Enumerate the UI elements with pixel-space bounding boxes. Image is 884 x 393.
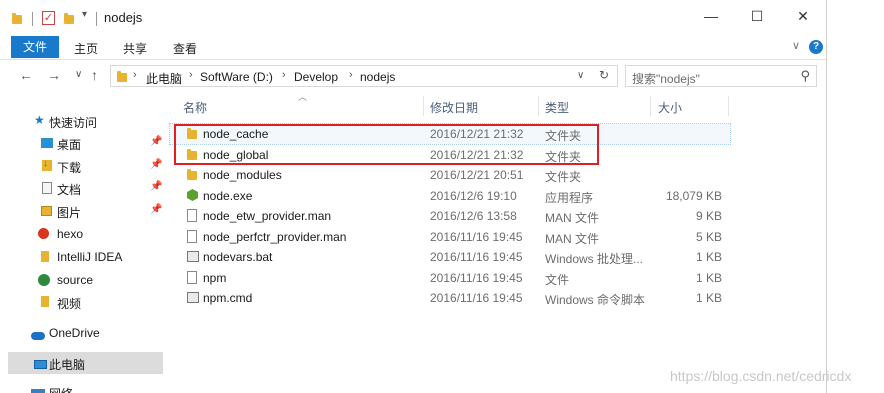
breadcrumb-nodejs[interactable]: nodejs	[360, 70, 395, 84]
nav-item-onedrive[interactable]: OneDrive	[0, 322, 163, 344]
file-row-nodevars-bat[interactable]: nodevars.bat 2016/11/16 19:45 Windows 批处…	[170, 247, 730, 267]
file-icon	[187, 271, 197, 287]
search-box[interactable]: 搜索"nodejs" ⚲	[625, 65, 817, 87]
close-button[interactable]: ✕	[788, 8, 818, 25]
file-list-header: ︿ 名称 修改日期 类型 大小	[170, 92, 730, 116]
nav-item-documents[interactable]: 文档 📌	[0, 177, 163, 199]
sort-ascending-icon: ︿	[298, 92, 308, 102]
navigation-pane: ★ 快速访问 桌面 📌 下载 📌 文档 📌 图片 📌 hexo	[0, 96, 165, 393]
column-header-size[interactable]: 大小	[658, 99, 682, 116]
download-icon	[42, 158, 52, 174]
pin-icon[interactable]: 📌	[150, 204, 162, 215]
computer-icon	[34, 358, 47, 372]
file-row-node-perfctr-provider[interactable]: node_perfctr_provider.man 2016/11/16 19:…	[170, 227, 730, 247]
onedrive-icon	[31, 329, 45, 343]
nav-item-downloads[interactable]: 下载 📌	[0, 155, 163, 177]
pictures-icon	[41, 205, 52, 219]
forward-arrow-icon[interactable]: →	[47, 67, 61, 83]
column-header-date[interactable]: 修改日期	[430, 99, 478, 116]
folder-icon	[41, 296, 49, 310]
network-icon	[31, 387, 45, 393]
folder-icon	[187, 169, 197, 183]
file-row-npm-cmd[interactable]: npm.cmd 2016/11/16 19:45 Windows 命令脚本 1 …	[170, 288, 730, 308]
document-icon	[42, 182, 52, 197]
batch-file-icon	[187, 292, 199, 306]
breadcrumb-develop[interactable]: Develop	[294, 70, 338, 84]
folder-icon	[117, 71, 127, 85]
address-row: ← → ∨ ↑ › 此电脑 › SoftWare (D:) › Develop …	[0, 63, 826, 89]
nav-item-source[interactable]: source	[0, 269, 163, 291]
node-exe-icon	[187, 189, 198, 204]
nav-item-this-pc[interactable]: 此电脑	[8, 352, 163, 374]
file-row-node-modules[interactable]: node_modules 2016/12/21 20:51 文件夹	[170, 165, 730, 185]
title-bar: ✓ ▾ nodejs — ☐ ✕	[0, 0, 826, 36]
nav-item-intellij-idea[interactable]: IntelliJ IDEA	[0, 246, 163, 268]
address-dropdown-icon[interactable]: ∨	[577, 70, 584, 81]
maximize-button[interactable]: ☐	[742, 8, 772, 25]
desktop-icon	[41, 137, 53, 151]
nav-item-desktop[interactable]: 桌面 📌	[0, 132, 163, 154]
refresh-icon[interactable]: ↻	[599, 68, 609, 82]
tab-file[interactable]: 文件	[11, 36, 59, 58]
breadcrumb-this-pc[interactable]: 此电脑	[146, 70, 182, 87]
column-header-type[interactable]: 类型	[545, 99, 569, 116]
explorer-window: ✓ ▾ nodejs — ☐ ✕ 文件 主页 共享 查看 ∨ ? ← → ∨ ↑…	[0, 0, 827, 393]
pin-icon[interactable]: 📌	[150, 181, 162, 192]
address-bar[interactable]: › 此电脑 › SoftWare (D:) › Develop › nodejs…	[110, 65, 618, 87]
help-icon[interactable]: ?	[809, 40, 823, 54]
chevron-down-icon[interactable]: ∨	[792, 39, 800, 52]
nav-item-hexo[interactable]: hexo	[0, 223, 163, 245]
file-row-npm[interactable]: npm 2016/11/16 19:45 文件 1 KB	[170, 268, 730, 288]
tab-view[interactable]: 查看	[173, 40, 197, 57]
pin-icon[interactable]: 📌	[150, 136, 162, 147]
pin-icon[interactable]: 📌	[150, 159, 162, 170]
search-input[interactable]: 搜索"nodejs"	[632, 70, 700, 87]
back-arrow-icon[interactable]: ←	[19, 67, 33, 83]
file-icon	[187, 209, 197, 225]
nav-item-videos[interactable]: 视频	[0, 291, 163, 313]
nav-item-network[interactable]: 网络	[0, 381, 163, 393]
batch-file-icon	[187, 251, 199, 265]
file-row-node-etw-provider[interactable]: node_etw_provider.man 2016/12/6 13:58 MA…	[170, 206, 730, 226]
highlight-box	[174, 124, 599, 165]
file-icon	[187, 230, 197, 246]
star-icon: ★	[34, 113, 45, 127]
ribbon-tabs: 文件 主页 共享 查看 ∨ ?	[0, 36, 826, 60]
tab-home[interactable]: 主页	[74, 40, 98, 57]
nav-item-quick-access[interactable]: ★ 快速访问	[0, 110, 163, 132]
source-icon	[38, 274, 50, 289]
recent-locations-icon[interactable]: ∨	[75, 69, 82, 80]
hexo-icon	[38, 228, 49, 242]
quick-access-dropdown-icon[interactable]: ▾	[82, 9, 87, 20]
folder-icon	[12, 11, 22, 25]
window-title: nodejs	[104, 10, 143, 25]
properties-icon[interactable]: ✓	[42, 10, 55, 25]
new-folder-icon[interactable]	[64, 11, 74, 25]
file-row-node-exe[interactable]: node.exe 2016/12/6 19:10 应用程序 18,079 KB	[170, 186, 730, 206]
column-header-name[interactable]: 名称	[183, 99, 207, 116]
nav-item-pictures[interactable]: 图片 📌	[0, 200, 163, 222]
watermark: https://blog.csdn.net/cedricdx	[670, 368, 852, 384]
minimize-button[interactable]: —	[696, 8, 726, 24]
search-icon[interactable]: ⚲	[800, 68, 810, 84]
folder-icon	[41, 251, 49, 265]
tab-share[interactable]: 共享	[123, 40, 147, 57]
up-arrow-icon[interactable]: ↑	[91, 67, 98, 83]
breadcrumb-software-drive[interactable]: SoftWare (D:)	[200, 70, 273, 84]
